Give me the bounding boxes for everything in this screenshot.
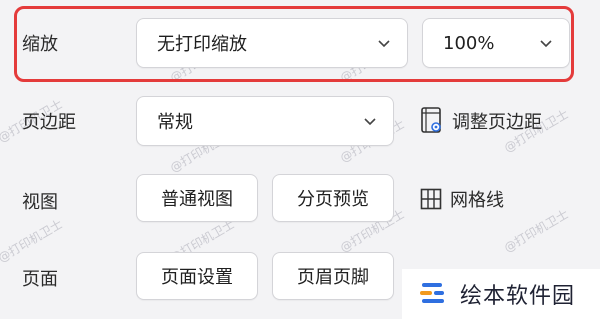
header-footer-button[interactable]: 页眉页脚 <box>272 252 394 300</box>
view-label: 视图 <box>22 192 58 213</box>
watermark-text: @打印机卫士 <box>0 216 65 265</box>
adjust-margins-label: 调整页边距 <box>452 112 542 133</box>
highlight-frame <box>14 6 574 82</box>
page-break-preview-button[interactable]: 分页预览 <box>272 174 394 222</box>
brand-logo-icon <box>420 283 444 303</box>
page-setup-button[interactable]: 页面设置 <box>136 252 258 300</box>
brand-name: 绘本软件园 <box>460 284 576 309</box>
brand-watermark: 绘本软件园 <box>402 269 600 319</box>
chevron-down-icon <box>364 118 376 126</box>
page-label: 页面 <box>22 269 58 290</box>
margins-label: 页边距 <box>22 112 76 133</box>
gridlines-label: 网格线 <box>450 190 504 211</box>
adjust-margins-button[interactable]: 调整页边距 <box>420 107 542 135</box>
gridlines-button[interactable]: 网格线 <box>420 186 504 212</box>
margins-select[interactable]: 常规 <box>136 96 394 146</box>
watermark-text: @打印机卫士 <box>501 206 571 255</box>
normal-view-button[interactable]: 普通视图 <box>136 174 258 222</box>
adjust-margins-icon <box>421 107 441 133</box>
gridlines-icon <box>420 188 442 210</box>
margins-value: 常规 <box>157 112 193 133</box>
